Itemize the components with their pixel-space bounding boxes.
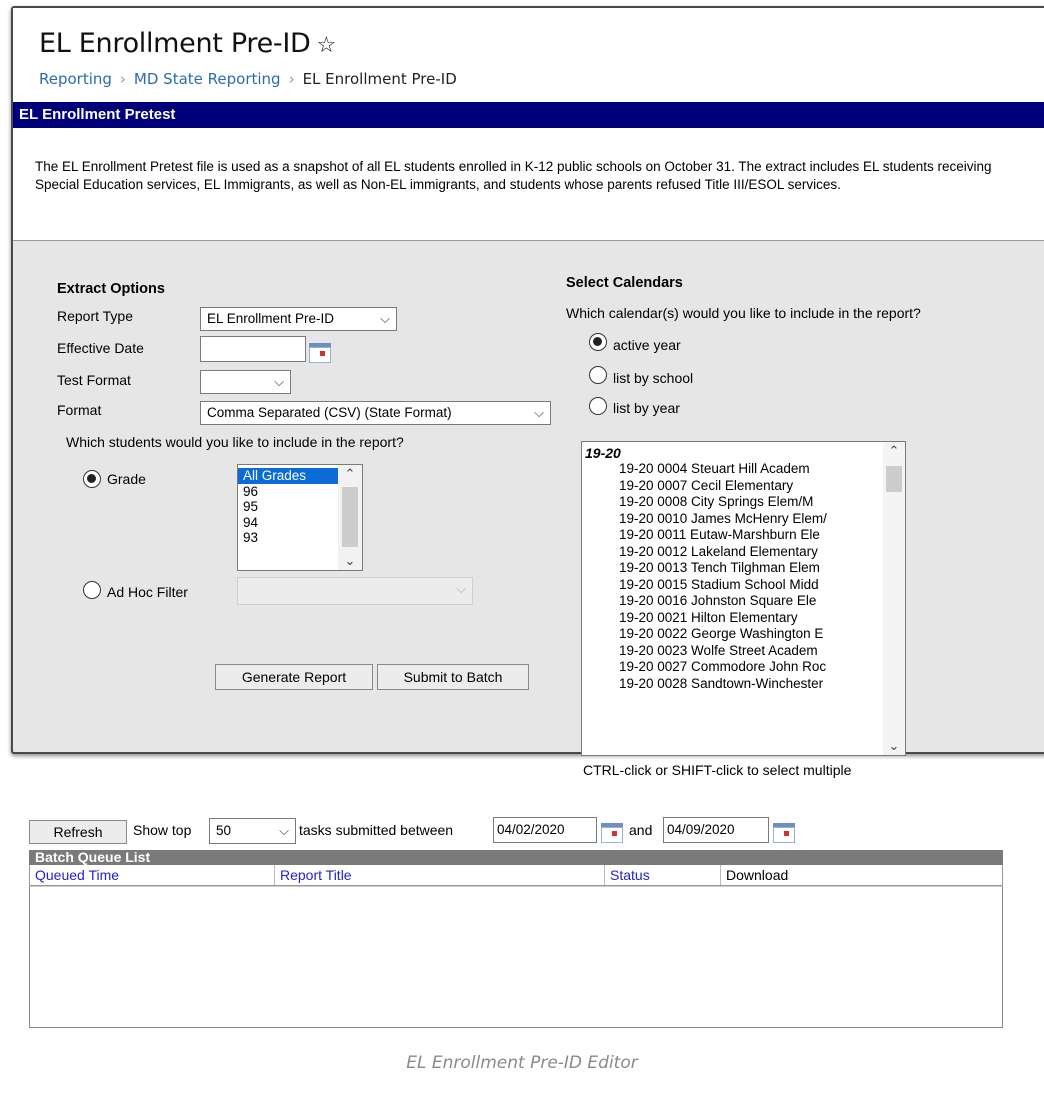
grade-listbox[interactable]: All Grades 96 95 94 93 ⌃ ⌄ xyxy=(237,464,363,571)
scroll-thumb[interactable] xyxy=(342,487,358,547)
batch-queue-list: Batch Queue List Queued Time Report Titl… xyxy=(29,850,1003,1028)
breadcrumb-current: EL Enrollment Pre-ID xyxy=(302,70,457,88)
calendar-item[interactable]: 19-20 0011 Eutaw-Marshburn Ele xyxy=(582,527,905,544)
calendars-question: Which calendar(s) would you like to incl… xyxy=(566,305,921,321)
calendar-item[interactable]: 19-20 0004 Steuart Hill Academ xyxy=(582,461,905,478)
chevron-down-icon: ⌵ xyxy=(456,581,466,596)
grade-label: Grade xyxy=(107,471,146,487)
to-date-calendar-icon[interactable] xyxy=(773,821,795,843)
tasks-between-label: tasks submitted between xyxy=(299,822,454,838)
calendar-item[interactable]: 19-20 0008 City Springs Elem/M xyxy=(582,494,905,511)
breadcrumb-separator-icon: › xyxy=(119,70,126,88)
calendar-item[interactable]: 19-20 0028 Sandtown-Winchester xyxy=(582,676,905,693)
grade-scrollbar[interactable]: ⌃ ⌄ xyxy=(338,465,362,570)
batch-queue-title: Batch Queue List xyxy=(29,850,1003,865)
select-calendars-heading: Select Calendars xyxy=(566,275,683,291)
calendar-item[interactable]: 19-20 0007 Cecil Elementary xyxy=(582,478,905,495)
chevron-down-icon[interactable]: ⌄ xyxy=(883,737,905,755)
scroll-thumb[interactable] xyxy=(886,466,902,492)
list-by-school-radio[interactable] xyxy=(589,366,607,384)
chevron-down-icon: ⌵ xyxy=(534,405,544,420)
chevron-up-icon[interactable]: ⌃ xyxy=(883,442,905,460)
calendar-group-label: 19-20 xyxy=(585,445,621,461)
column-queued-time[interactable]: Queued Time xyxy=(30,865,273,885)
batch-queue-body xyxy=(29,886,1003,1028)
breadcrumb-md-state-reporting[interactable]: MD State Reporting xyxy=(134,70,281,88)
show-top-value: 50 xyxy=(216,823,232,838)
breadcrumb-separator-icon: › xyxy=(288,70,295,88)
description-box: The EL Enrollment Pretest file is used a… xyxy=(13,128,1044,241)
show-top-select[interactable]: 50 ⌵ xyxy=(209,818,296,844)
favorite-star-icon[interactable]: ☆ xyxy=(317,33,337,58)
format-value: Comma Separated (CSV) (State Format) xyxy=(207,405,452,420)
page-title: EL Enrollment Pre-ID ☆ xyxy=(39,28,336,59)
ad-hoc-filter-label: Ad Hoc Filter xyxy=(107,584,188,600)
effective-date-label: Effective Date xyxy=(57,340,144,356)
chevron-down-icon[interactable]: ⌄ xyxy=(338,552,362,570)
active-year-radio[interactable] xyxy=(589,333,607,351)
breadcrumb-reporting[interactable]: Reporting xyxy=(39,70,112,88)
from-date-input[interactable]: 04/02/2020 xyxy=(493,817,597,843)
chevron-down-icon: ⌵ xyxy=(274,374,284,389)
report-type-value: EL Enrollment Pre-ID xyxy=(207,311,335,326)
submit-to-batch-button[interactable]: Submit to Batch xyxy=(377,664,529,690)
column-report-title[interactable]: Report Title xyxy=(274,865,600,885)
students-question: Which students would you like to include… xyxy=(66,434,404,450)
column-download: Download xyxy=(720,865,986,885)
calendar-hint: CTRL-click or SHIFT-click to select mult… xyxy=(583,762,852,778)
calendar-item[interactable]: 19-20 0021 Hilton Elementary xyxy=(582,610,905,627)
page-title-text: EL Enrollment Pre-ID xyxy=(39,28,311,59)
calendar-item[interactable]: 19-20 0027 Commodore John Roc xyxy=(582,659,905,676)
calendar-scrollbar[interactable]: ⌃ ⌄ xyxy=(883,442,905,755)
format-select[interactable]: Comma Separated (CSV) (State Format) ⌵ xyxy=(200,401,551,425)
chevron-down-icon: ⌵ xyxy=(380,311,390,326)
list-by-year-label: list by year xyxy=(613,400,680,416)
extract-options-heading: Extract Options xyxy=(57,281,165,297)
generate-report-button[interactable]: Generate Report xyxy=(215,664,373,690)
chevron-down-icon: ⌵ xyxy=(279,823,289,838)
figure-caption: EL Enrollment Pre-ID Editor xyxy=(406,1053,638,1073)
to-date-input[interactable]: 04/09/2020 xyxy=(663,817,769,843)
page-header: EL Enrollment Pre-ID ☆ Reporting › MD State… xyxy=(13,8,1044,102)
report-type-select[interactable]: EL Enrollment Pre-ID ⌵ xyxy=(200,307,397,331)
report-type-label: Report Type xyxy=(57,308,134,324)
test-format-select[interactable]: ⌵ xyxy=(200,370,291,394)
calendar-listbox[interactable]: 19-20 19-20 0004 Steuart Hill Academ 19-… xyxy=(581,441,906,756)
grade-radio[interactable] xyxy=(83,470,101,488)
test-format-label: Test Format xyxy=(57,372,131,388)
from-date-calendar-icon[interactable] xyxy=(601,821,623,843)
list-by-school-label: list by school xyxy=(613,370,694,386)
report-editor-panel: EL Enrollment Pre-ID ☆ Reporting › MD State… xyxy=(11,6,1044,1028)
ad-hoc-filter-radio[interactable] xyxy=(83,581,101,599)
and-label: and xyxy=(629,822,653,838)
calendar-item[interactable]: 19-20 0016 Johnston Square Ele xyxy=(582,593,905,610)
active-year-label: active year xyxy=(613,337,681,353)
calendar-item[interactable]: 19-20 0022 George Washington E xyxy=(582,626,905,643)
column-status[interactable]: Status xyxy=(604,865,716,885)
chevron-up-icon[interactable]: ⌃ xyxy=(338,465,362,483)
effective-date-input[interactable] xyxy=(200,336,306,362)
calendar-item[interactable]: 19-20 0013 Tench Tilghman Elem xyxy=(582,560,905,577)
ad-hoc-filter-select[interactable]: ⌵ xyxy=(237,577,473,605)
calendar-item[interactable]: 19-20 0023 Wolfe Street Academ xyxy=(582,643,905,660)
format-label: Format xyxy=(57,402,102,418)
effective-date-calendar-icon[interactable] xyxy=(309,341,331,363)
show-top-label: Show top xyxy=(133,822,192,838)
grade-option[interactable]: All Grades xyxy=(238,468,344,484)
refresh-button[interactable]: Refresh xyxy=(29,820,127,844)
calendar-item[interactable]: 19-20 0015 Stadium School Midd xyxy=(582,577,905,594)
batch-queue-header: Queued Time Report Title Status Download xyxy=(29,865,1003,886)
calendar-item[interactable]: 19-20 0012 Lakeland Elementary xyxy=(582,544,905,561)
list-by-year-radio[interactable] xyxy=(589,397,607,415)
description-text: The EL Enrollment Pretest file is used a… xyxy=(35,159,992,192)
breadcrumb: Reporting › MD State Reporting › EL Enrollme… xyxy=(39,70,457,88)
section-banner: EL Enrollment Pretest xyxy=(13,102,1044,128)
calendar-item[interactable]: 19-20 0010 James McHenry Elem/ xyxy=(582,511,905,528)
